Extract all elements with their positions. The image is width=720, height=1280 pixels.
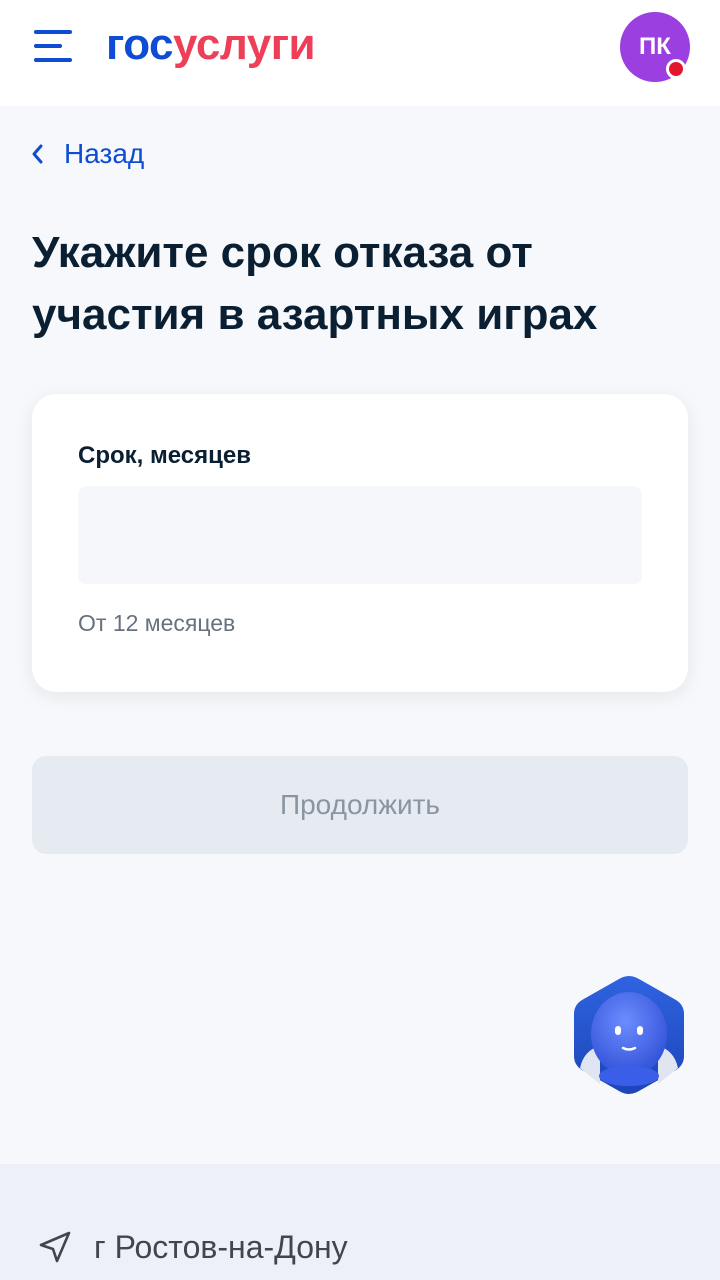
notification-dot xyxy=(666,59,686,79)
avatar-initials: ПК xyxy=(639,33,671,60)
location-selector[interactable]: г Ростов-на-Дону xyxy=(38,1226,348,1268)
page-title: Укажите срок отказа от участия в азартны… xyxy=(32,228,598,339)
navigation-arrow-icon xyxy=(39,1231,71,1263)
term-field-hint: От 12 месяцев xyxy=(78,610,236,636)
back-link[interactable]: Назад xyxy=(30,134,144,174)
term-months-input[interactable] xyxy=(78,486,642,584)
header: госуслуги ПК xyxy=(0,0,720,106)
form-card: Срок, месяцев От 12 месяцев xyxy=(32,394,688,692)
burger-menu-icon[interactable] xyxy=(34,30,74,62)
continue-button[interactable]: Продолжить xyxy=(32,756,688,854)
robot-assistant-icon[interactable] xyxy=(570,972,688,1098)
location-label: г Ростов-на-Дону xyxy=(94,1228,348,1265)
term-field-label: Срок, месяцев xyxy=(78,442,251,469)
logo-part-gos: гос xyxy=(106,20,174,69)
chevron-left-icon xyxy=(32,144,43,164)
logo-part-uslugi: услуги xyxy=(173,20,316,69)
back-label: Назад xyxy=(64,138,145,169)
gosuslugi-logo[interactable]: госуслуги xyxy=(106,20,316,70)
